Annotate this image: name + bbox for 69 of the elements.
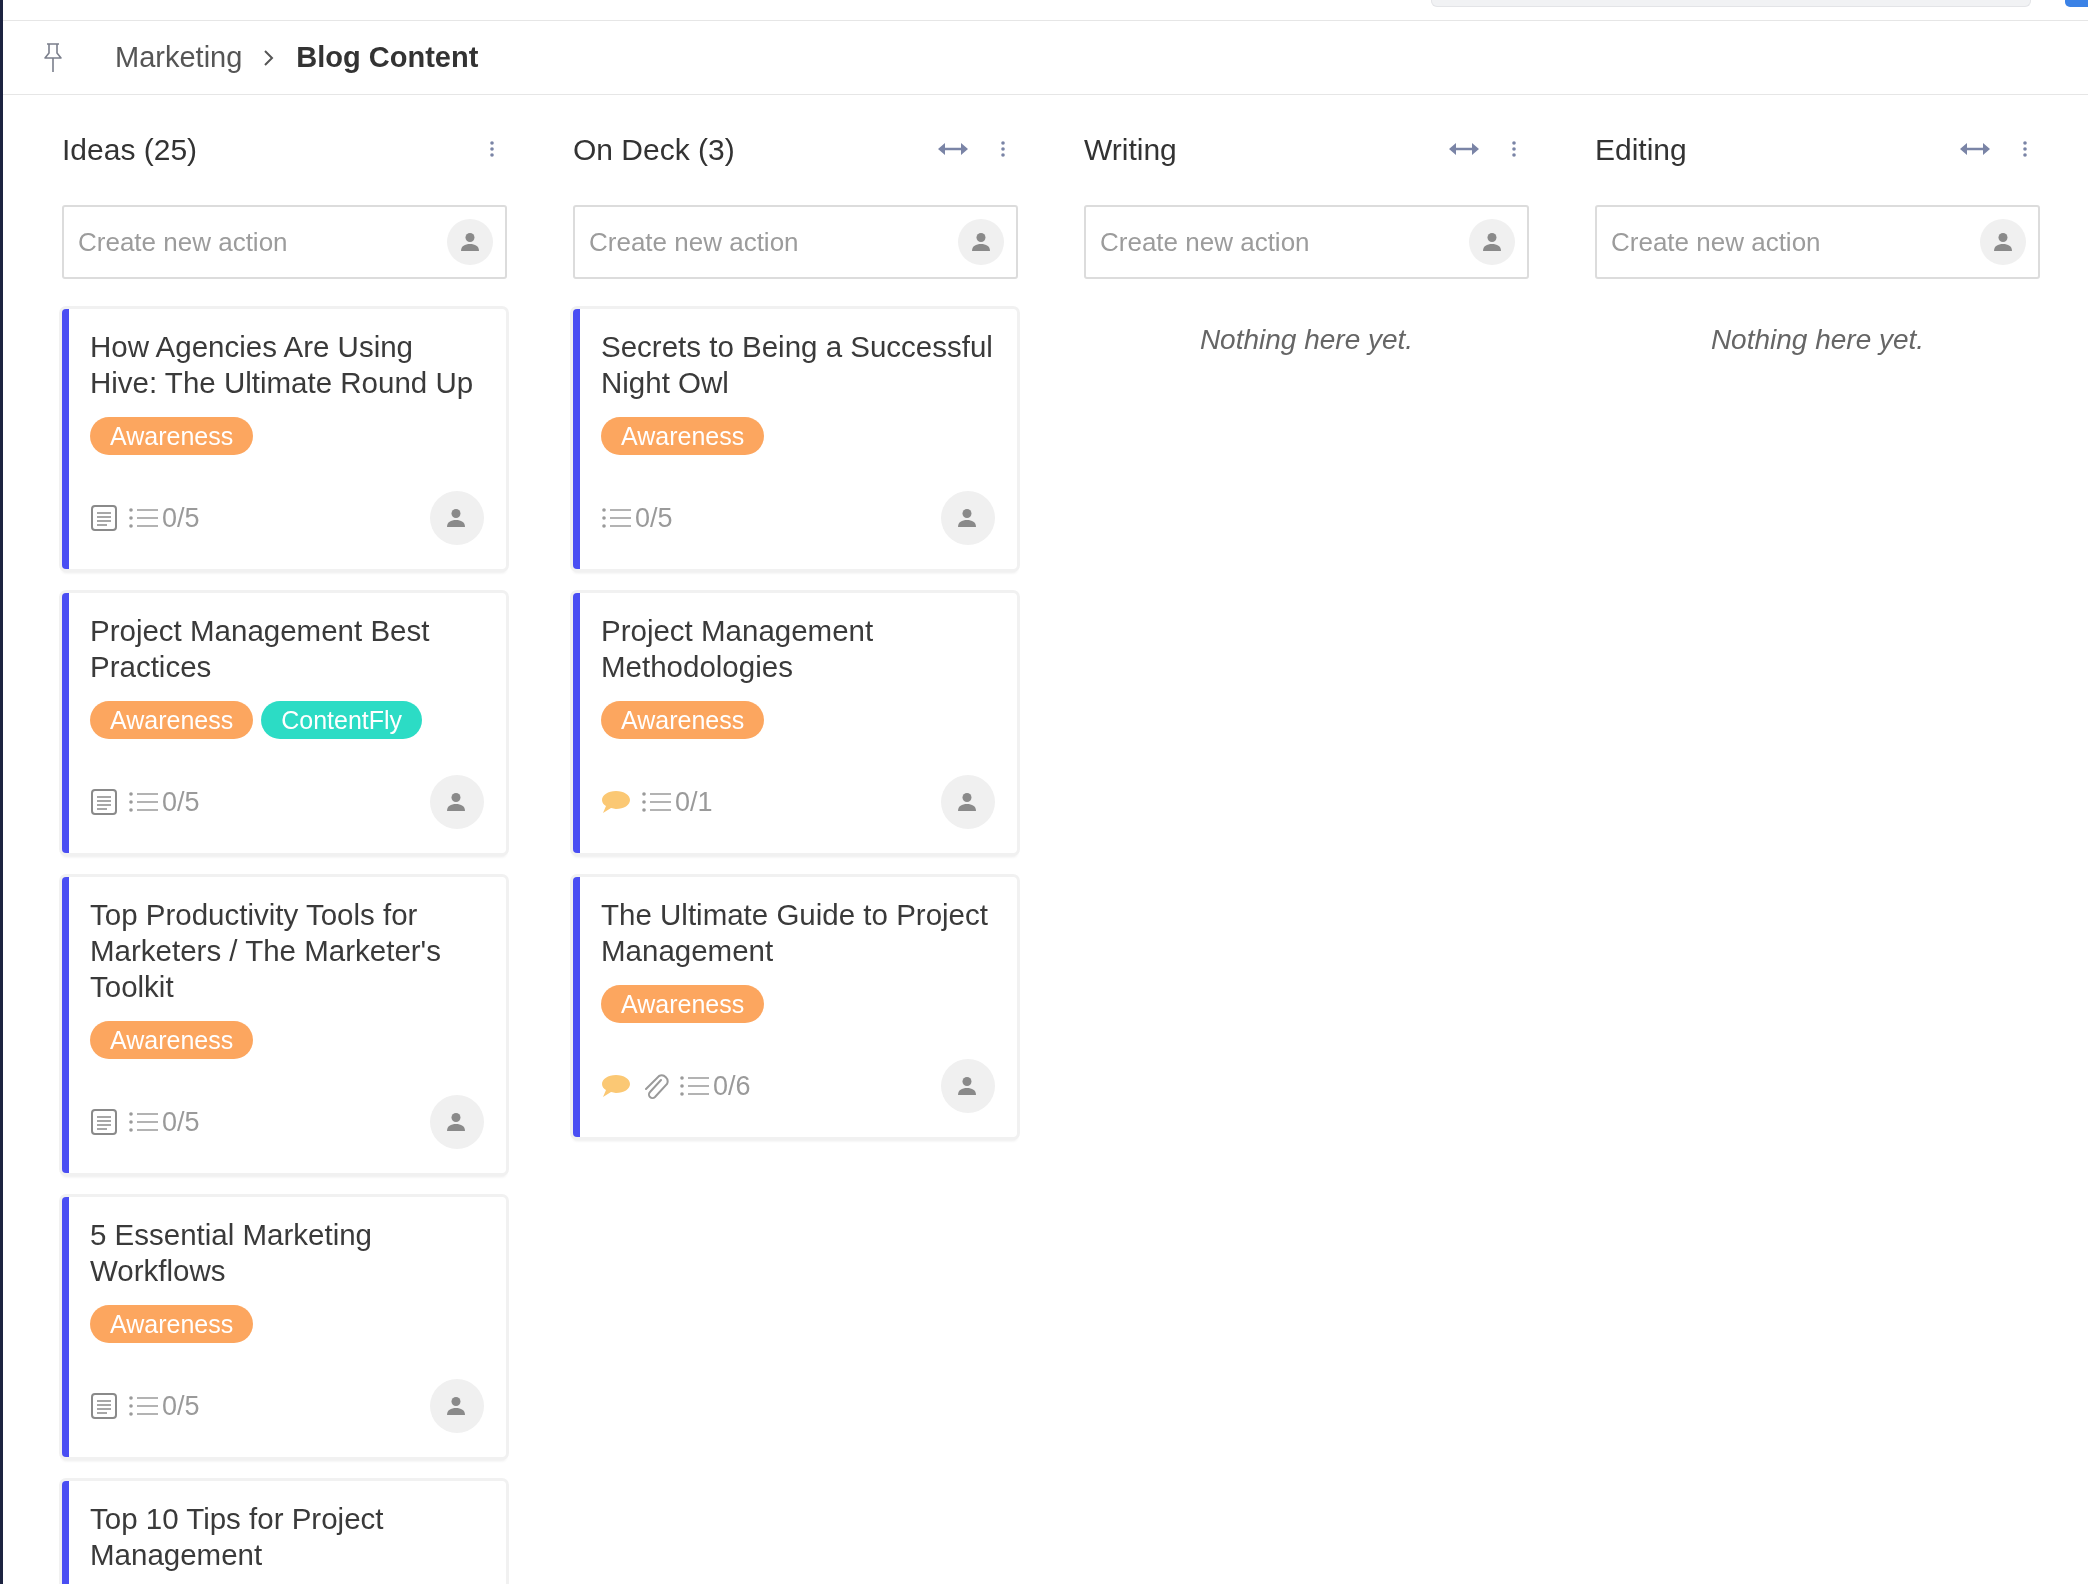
- tag-label: Awareness: [90, 1021, 254, 1059]
- checklist-icon: [601, 507, 631, 529]
- card-title: Top 10 Tips for Project Management: [90, 1501, 385, 1573]
- empty-message: Nothing here yet.: [1198, 323, 1415, 357]
- checklist-count: 0/6: [713, 1069, 751, 1103]
- double-arrow-icon: [1960, 142, 1990, 156]
- column-title: On Deck (3): [573, 131, 735, 168]
- person-icon: [1480, 230, 1504, 254]
- breadcrumb-current: Blog Content: [296, 39, 479, 75]
- more-icon: [1511, 139, 1517, 159]
- tag-label: ContentFly: [261, 701, 423, 739]
- person-icon: [969, 230, 993, 254]
- action-card[interactable]: How Agencies Are Using Hive: The Ultimate Round Up Awareness 0/5: [62, 309, 506, 569]
- checklist-count: 0/5: [162, 1105, 200, 1139]
- speech-bubble-icon: [601, 789, 631, 815]
- document-icon: [90, 504, 118, 532]
- more-icon: [489, 139, 495, 159]
- tag-label: Awareness: [601, 417, 765, 455]
- column-title: Ideas (25): [62, 131, 198, 168]
- checklist-count: 0/5: [162, 785, 200, 819]
- speech-bubble-icon: [601, 1073, 631, 1099]
- pin-icon[interactable]: [41, 41, 65, 74]
- new-action-field[interactable]: Create new action: [1084, 205, 1529, 279]
- tag-label: Awareness: [90, 1305, 254, 1343]
- more-icon: [1000, 139, 1006, 159]
- checklist-icon: [679, 1075, 709, 1097]
- checklist-icon: [128, 791, 158, 813]
- tag-label: Awareness: [90, 701, 254, 739]
- double-arrow-icon: [1449, 142, 1479, 156]
- person-icon: [458, 230, 482, 254]
- document-icon: [90, 1392, 118, 1420]
- card-title: The Ultimate Guide to Project Management: [601, 897, 989, 969]
- action-card[interactable]: Top Productivity Tools for Marketers / The Marketer's Toolkit Awareness 0/5: [62, 877, 506, 1173]
- action-card[interactable]: Secrets to Being a Successful Night Owl Awareness 0/5: [573, 309, 1017, 569]
- document-icon: [90, 788, 118, 816]
- column-title: Editing: [1595, 131, 1687, 168]
- action-card[interactable]: Project Management Best Practices Awareness ContentFly 0/5: [62, 593, 506, 853]
- column-title: Writing: [1084, 131, 1177, 168]
- card-title: 5 Essential Marketing Workflows: [90, 1217, 374, 1289]
- card-title: Secrets to Being a Successful Night Owl: [601, 329, 994, 401]
- checklist-count: 0/1: [675, 785, 713, 819]
- card-title: Top Productivity Tools for Marketers / The Marketer's Toolkit: [90, 897, 442, 1005]
- checklist-icon: [641, 791, 671, 813]
- document-icon: [90, 1108, 118, 1136]
- checklist-count: 0/5: [162, 501, 200, 535]
- tag-label: Awareness: [90, 417, 254, 455]
- checklist-icon: [128, 1395, 158, 1417]
- new-action-field[interactable]: Create new action: [573, 205, 1018, 279]
- more-icon: [2022, 139, 2028, 159]
- empty-message: Nothing here yet.: [1709, 323, 1926, 357]
- card-title: Project Management Methodologies: [601, 613, 875, 685]
- action-card[interactable]: Project Management Methodologies Awareness 0/1: [573, 593, 1017, 853]
- checklist-count: 0/5: [162, 1389, 200, 1423]
- tag-label: Awareness: [601, 701, 765, 739]
- top-button[interactable]: [2065, 0, 2088, 7]
- action-card[interactable]: Top 10 Tips for Project Management: [62, 1481, 506, 1584]
- checklist-icon: [128, 507, 158, 529]
- checklist-count: 0/5: [635, 501, 673, 535]
- tag-label: Awareness: [601, 985, 765, 1023]
- action-card[interactable]: The Ultimate Guide to Project Management Awareness 0/6: [573, 877, 1017, 1137]
- checklist-icon: [128, 1111, 158, 1133]
- breadcrumb-link[interactable]: Marketing: [115, 35, 243, 80]
- action-card[interactable]: 5 Essential Marketing Workflows Awareness 0/5: [62, 1197, 506, 1457]
- new-action-field[interactable]: Create new action: [1595, 205, 2040, 279]
- card-title: How Agencies Are Using Hive: The Ultimate Round Up: [90, 329, 475, 401]
- person-icon: [1991, 230, 2015, 254]
- double-arrow-icon: [938, 142, 968, 156]
- new-action-field[interactable]: Create new action: [62, 205, 507, 279]
- card-title: Project Management Best Practices: [90, 613, 431, 685]
